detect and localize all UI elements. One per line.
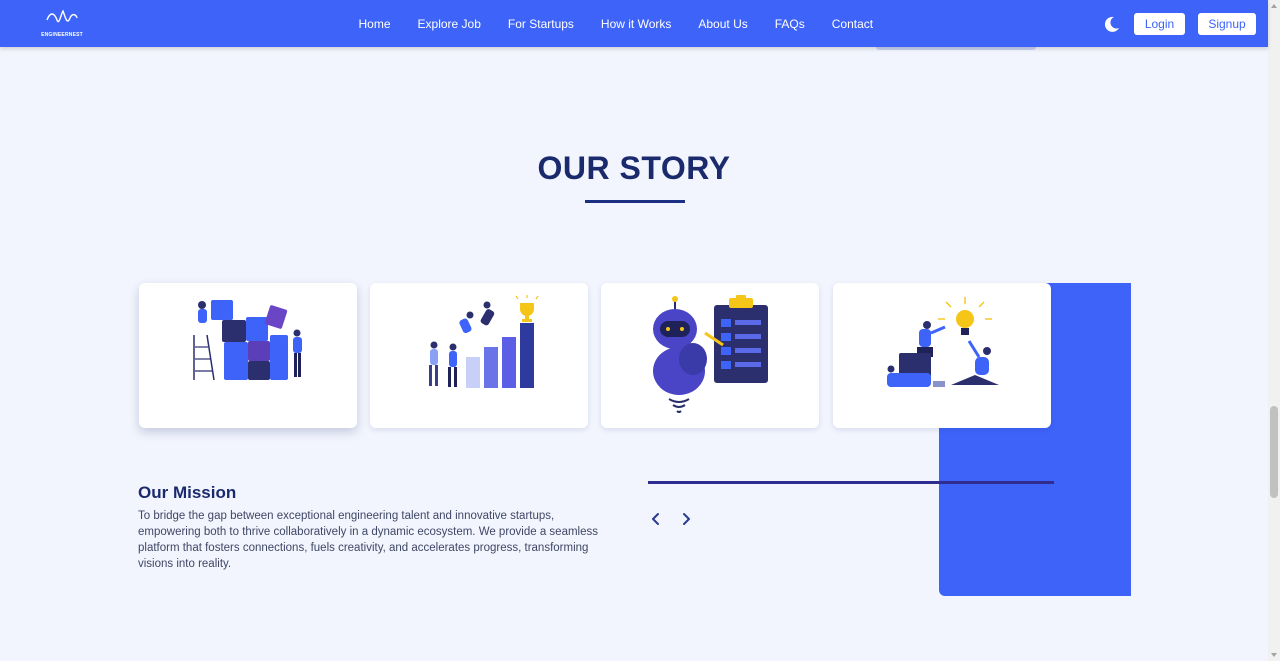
login-button[interactable]: Login bbox=[1134, 13, 1185, 35]
navbar: ENGINEERNEST Home Explore Job For Startu… bbox=[0, 0, 1268, 47]
growth-chart-trophy-illustration bbox=[429, 295, 539, 388]
nav-link-contact[interactable]: Contact bbox=[832, 17, 873, 31]
story-card-3[interactable] bbox=[601, 283, 819, 428]
robot-checklist-illustration bbox=[653, 295, 768, 413]
title-underline bbox=[585, 200, 685, 203]
carousel-prev-button[interactable] bbox=[647, 510, 665, 528]
signup-button[interactable]: Signup bbox=[1198, 13, 1256, 35]
story-card-2[interactable] bbox=[370, 283, 588, 428]
story-card-1[interactable] bbox=[139, 283, 357, 428]
section-title: OUR STORY bbox=[537, 150, 731, 186]
brand-logo[interactable]: ENGINEERNEST bbox=[38, 8, 86, 40]
moon-icon[interactable] bbox=[1103, 15, 1121, 33]
page-scrollbar[interactable] bbox=[1268, 0, 1280, 661]
puzzle-teamwork-illustration bbox=[193, 300, 302, 381]
story-card-4[interactable] bbox=[833, 283, 1051, 428]
nav-link-how-it-works[interactable]: How it Works bbox=[601, 17, 671, 31]
nav-link-explore-job[interactable]: Explore Job bbox=[418, 17, 481, 31]
carousel-next-button[interactable] bbox=[677, 510, 695, 528]
logo-mark-icon bbox=[46, 9, 78, 23]
nav-link-faqs[interactable]: FAQs bbox=[775, 17, 805, 31]
nav-link-home[interactable]: Home bbox=[359, 17, 391, 31]
nav-link-about-us[interactable]: About Us bbox=[698, 17, 747, 31]
mission-heading: Our Mission bbox=[138, 483, 237, 502]
scrollbar-thumb[interactable] bbox=[1270, 406, 1278, 498]
chevron-right-icon bbox=[683, 513, 690, 525]
scroll-up-arrow-icon[interactable] bbox=[1271, 4, 1277, 8]
mission-text: To bridge the gap between exceptional en… bbox=[138, 510, 598, 570]
scroll-down-arrow-icon[interactable] bbox=[1271, 653, 1277, 657]
nav-link-for-startups[interactable]: For Startups bbox=[508, 17, 574, 31]
idea-lightbulb-illustration bbox=[887, 297, 999, 387]
dropdown-edge bbox=[876, 47, 1036, 50]
brand-name: ENGINEERNEST bbox=[41, 32, 83, 38]
carousel-progress-line bbox=[648, 481, 1054, 484]
chevron-left-icon bbox=[652, 513, 659, 525]
main-nav: Home Explore Job For Startups How it Wor… bbox=[345, 0, 887, 47]
